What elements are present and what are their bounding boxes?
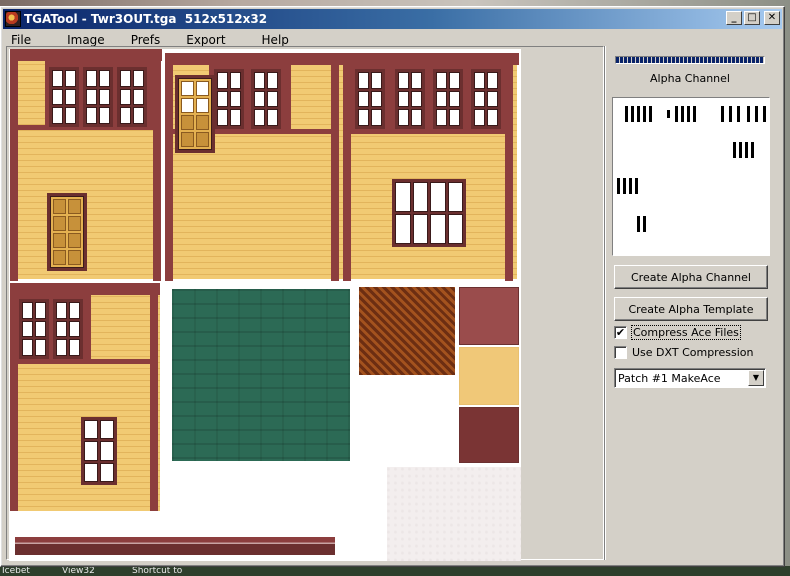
wall-trim	[343, 53, 519, 65]
alpha-channel-preview	[612, 97, 770, 256]
plaster-texture	[387, 467, 521, 561]
menu-export[interactable]: Export	[178, 33, 233, 47]
title-bar[interactable]: TGATool - Twr3OUT.tga 512x512x32 _ □ ✕	[3, 9, 782, 29]
texture-canvas[interactable]	[9, 49, 521, 561]
maximize-button[interactable]: □	[744, 11, 760, 25]
wall-trim	[10, 283, 160, 295]
texture-view[interactable]	[6, 46, 604, 561]
window-graphic	[83, 67, 113, 127]
window-graphic	[355, 69, 385, 129]
use-dxt-checkbox[interactable]	[614, 345, 627, 359]
panel-divider	[604, 46, 606, 560]
window-controls: _ □ ✕	[726, 11, 780, 25]
progress-bar	[615, 56, 765, 64]
door-graphic	[175, 75, 215, 153]
alpha-panel: Alpha Channel Create Alpha Channel Creat…	[610, 46, 780, 560]
door-graphic	[47, 193, 87, 271]
desktop-icon-strip	[0, 566, 790, 576]
window-graphic	[214, 69, 244, 129]
menu-help[interactable]: Help	[254, 33, 297, 47]
minimize-button[interactable]: _	[726, 11, 742, 25]
window-graphic	[117, 67, 147, 127]
desktop-icon-label[interactable]: Icebet	[2, 566, 42, 576]
window-title: TGATool - Twr3OUT.tga 512x512x32	[24, 12, 268, 26]
chevron-down-icon[interactable]: ▼	[748, 370, 764, 386]
create-alpha-template-button[interactable]: Create Alpha Template	[614, 297, 768, 321]
color-swatch	[459, 407, 519, 463]
diamond-plate-texture	[359, 287, 455, 375]
roof-tile-texture	[172, 289, 350, 461]
compress-ace-option[interactable]: ✔ Compress Ace Files	[614, 324, 741, 340]
window-graphic	[53, 299, 83, 359]
window-graphic	[49, 67, 79, 127]
wall-trim	[505, 53, 513, 281]
create-alpha-channel-button[interactable]: Create Alpha Channel	[614, 265, 768, 289]
window-graphic	[19, 299, 49, 359]
color-swatch	[459, 347, 519, 405]
window-graphic	[81, 417, 117, 485]
trim-strip-texture	[15, 537, 335, 555]
window-graphic	[392, 179, 466, 247]
app-icon[interactable]	[5, 11, 21, 27]
window-graphic	[395, 69, 425, 129]
wall-trim	[165, 53, 345, 65]
wall-trim	[153, 49, 161, 281]
window-graphic	[471, 69, 501, 129]
menu-file[interactable]: File	[3, 33, 39, 47]
patch-dropdown[interactable]: Patch #1 MakeAce ▼	[614, 368, 766, 388]
wall-trim	[10, 49, 18, 281]
wall-trim	[10, 49, 162, 61]
wall-trim	[165, 53, 173, 281]
close-button[interactable]: ✕	[764, 11, 780, 25]
desktop-icon-label[interactable]: Shortcut to	[132, 566, 202, 576]
desktop-icon-label[interactable]: View32	[62, 566, 112, 576]
alpha-channel-label: Alpha Channel	[650, 72, 730, 85]
wall-trim	[150, 283, 158, 511]
menu-image[interactable]: Image	[59, 33, 113, 47]
compress-ace-label: Compress Ace Files	[631, 324, 741, 340]
patch-dropdown-value: Patch #1 MakeAce	[618, 371, 721, 385]
window-graphic	[433, 69, 463, 129]
wall-trim	[331, 53, 339, 281]
compress-ace-checkbox[interactable]: ✔	[614, 325, 627, 339]
window-graphic	[251, 69, 281, 129]
use-dxt-option[interactable]: Use DXT Compression	[614, 344, 753, 360]
use-dxt-label: Use DXT Compression	[632, 345, 754, 359]
color-swatch	[459, 287, 519, 345]
menu-prefs[interactable]: Prefs	[123, 33, 169, 47]
